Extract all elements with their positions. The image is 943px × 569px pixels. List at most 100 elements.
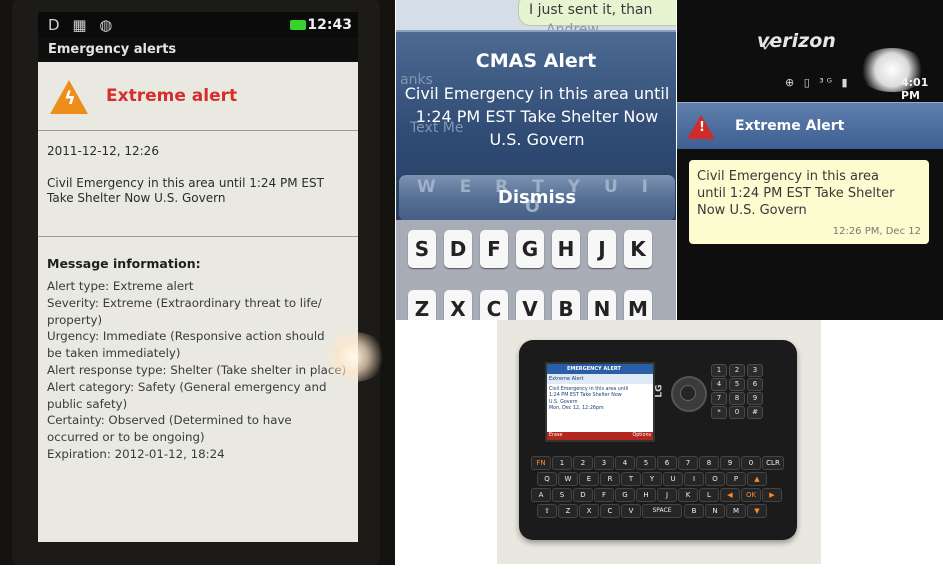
qwerty-key[interactable]: 4 xyxy=(615,456,635,470)
iphone-alert-photo: I just sent it, than Andrew anks Text Me… xyxy=(396,0,676,320)
number-key[interactable]: # xyxy=(747,406,763,419)
qwerty-key[interactable]: O xyxy=(705,472,725,486)
key[interactable]: Z xyxy=(408,290,436,320)
softkey-bar: Erase Options xyxy=(547,432,653,440)
qwerty-key[interactable]: 6 xyxy=(657,456,677,470)
key[interactable]: S xyxy=(408,230,436,268)
qwerty-key[interactable]: 7 xyxy=(678,456,698,470)
lightning-icon: ϟ xyxy=(64,88,76,109)
screen-subheader: Extreme Alert xyxy=(547,374,653,384)
number-key[interactable]: 3 xyxy=(747,364,763,377)
alert-message-line: 1:24 PM EST Take Shelter Now xyxy=(415,107,659,126)
number-key[interactable]: 8 xyxy=(729,392,745,405)
key[interactable]: G xyxy=(516,230,544,268)
qwerty-key[interactable]: 9 xyxy=(720,456,740,470)
alert-message-line: Civil Emergency in this area xyxy=(697,169,880,184)
qwerty-key[interactable]: F xyxy=(594,488,614,502)
left-arrow-key[interactable]: ◀ xyxy=(720,488,740,502)
qwerty-key[interactable]: G xyxy=(615,488,635,502)
softkey-erase[interactable]: Erase xyxy=(549,433,562,438)
qwerty-key[interactable]: C xyxy=(600,504,620,518)
number-key[interactable]: * xyxy=(711,406,727,419)
qwerty-key[interactable]: Z xyxy=(558,504,578,518)
alert-title: Extreme alert xyxy=(106,86,238,106)
battery-icon xyxy=(290,20,306,30)
down-arrow-key[interactable]: ▼ xyxy=(747,504,767,518)
dismiss-button[interactable]: W E R T Y U I O Dismiss xyxy=(398,174,676,222)
light-glare xyxy=(318,332,388,382)
brand-logo: LG xyxy=(654,384,665,398)
qwerty-key[interactable]: E xyxy=(579,472,599,486)
qwerty-key[interactable]: 0 xyxy=(741,456,761,470)
key[interactable]: N xyxy=(588,290,616,320)
key[interactable]: V xyxy=(516,290,544,320)
qwerty-key[interactable]: Q xyxy=(537,472,557,486)
key[interactable]: F xyxy=(480,230,508,268)
sent-message-text: I just sent it, than xyxy=(529,2,653,18)
qwerty-key[interactable]: 1 xyxy=(552,456,572,470)
qwerty-key[interactable]: 5 xyxy=(636,456,656,470)
qwerty-key[interactable]: S xyxy=(552,488,572,502)
space-key[interactable]: SPACE xyxy=(642,504,682,518)
number-key[interactable]: 1 xyxy=(711,364,727,377)
info-item: Expiration: 2012-01-12, 18:24 xyxy=(47,446,225,461)
number-key[interactable]: 9 xyxy=(747,392,763,405)
qwerty-key[interactable]: A xyxy=(531,488,551,502)
dpad-center-button[interactable] xyxy=(680,385,696,401)
qwerty-key[interactable]: W xyxy=(558,472,578,486)
alert-timestamp: 2011-12-12, 12:26 xyxy=(47,144,159,158)
qwerty-key[interactable]: H xyxy=(636,488,656,502)
info-list: Alert type: Extreme alert Severity: Extr… xyxy=(47,278,352,463)
qwerty-key[interactable]: K xyxy=(678,488,698,502)
qwerty-key[interactable]: L xyxy=(699,488,719,502)
qwerty-key[interactable]: CLR xyxy=(762,456,784,470)
qwerty-key[interactable]: B xyxy=(684,504,704,518)
key[interactable]: J xyxy=(588,230,616,268)
softkey-options[interactable]: Options xyxy=(632,433,651,438)
number-key[interactable]: 4 xyxy=(711,378,727,391)
qwerty-key[interactable]: R xyxy=(600,472,620,486)
alert-title: CMAS Alert xyxy=(475,50,597,72)
qwerty-key[interactable]: Y xyxy=(642,472,662,486)
qwerty-key[interactable]: N xyxy=(705,504,725,518)
number-key[interactable]: 6 xyxy=(747,378,763,391)
qwerty-key[interactable]: D xyxy=(573,488,593,502)
up-arrow-key[interactable]: ▲ xyxy=(747,472,767,486)
phone-screen: EMERGENCY ALERT Extreme Alert Civil Emer… xyxy=(545,362,655,442)
number-key[interactable]: 2 xyxy=(729,364,745,377)
number-key[interactable]: 0 xyxy=(729,406,745,419)
qwerty-key[interactable]: V xyxy=(621,504,641,518)
number-key[interactable]: 7 xyxy=(711,392,727,405)
qwerty-key[interactable]: J xyxy=(657,488,677,502)
screen-header-text: EMERGENCY ALERT xyxy=(567,366,621,372)
lg-phone-photo: EMERGENCY ALERT Extreme Alert Civil Emer… xyxy=(497,320,821,564)
qwerty-key[interactable]: 8 xyxy=(699,456,719,470)
alert-message-line: U.S. Govern xyxy=(489,130,585,149)
key[interactable]: X xyxy=(444,290,472,320)
qwerty-key[interactable]: P xyxy=(726,472,746,486)
status-icons: D ▦ ◍ xyxy=(48,16,117,34)
qwerty-key[interactable]: X xyxy=(579,504,599,518)
ok-key[interactable]: OK xyxy=(741,488,761,502)
qwerty-key[interactable]: FN xyxy=(531,456,551,470)
exclamation-icon: ! xyxy=(699,120,705,135)
right-arrow-key[interactable]: ▶ xyxy=(762,488,782,502)
alert-title: Extreme Alert xyxy=(735,118,845,134)
key[interactable]: B xyxy=(552,290,580,320)
qwerty-key[interactable]: 2 xyxy=(573,456,593,470)
number-key[interactable]: 5 xyxy=(729,378,745,391)
qwerty-key[interactable]: 3 xyxy=(594,456,614,470)
qwerty-key[interactable]: T xyxy=(621,472,641,486)
key[interactable]: M xyxy=(624,290,652,320)
key[interactable]: C xyxy=(480,290,508,320)
alert-screen[interactable]: ϟ Extreme alert 2011-12-12, 12:26 Civil … xyxy=(38,62,388,542)
key[interactable]: D xyxy=(444,230,472,268)
key[interactable]: K xyxy=(624,230,652,268)
qwerty-key[interactable]: M xyxy=(726,504,746,518)
dismiss-label: Dismiss xyxy=(497,187,577,208)
shift-key[interactable]: ⇧ xyxy=(537,504,557,518)
qwerty-key[interactable]: I xyxy=(684,472,704,486)
alert-message-bubble[interactable]: Civil Emergency in this area until 1:24 … xyxy=(689,160,929,244)
key[interactable]: H xyxy=(552,230,580,268)
qwerty-key[interactable]: U xyxy=(663,472,683,486)
